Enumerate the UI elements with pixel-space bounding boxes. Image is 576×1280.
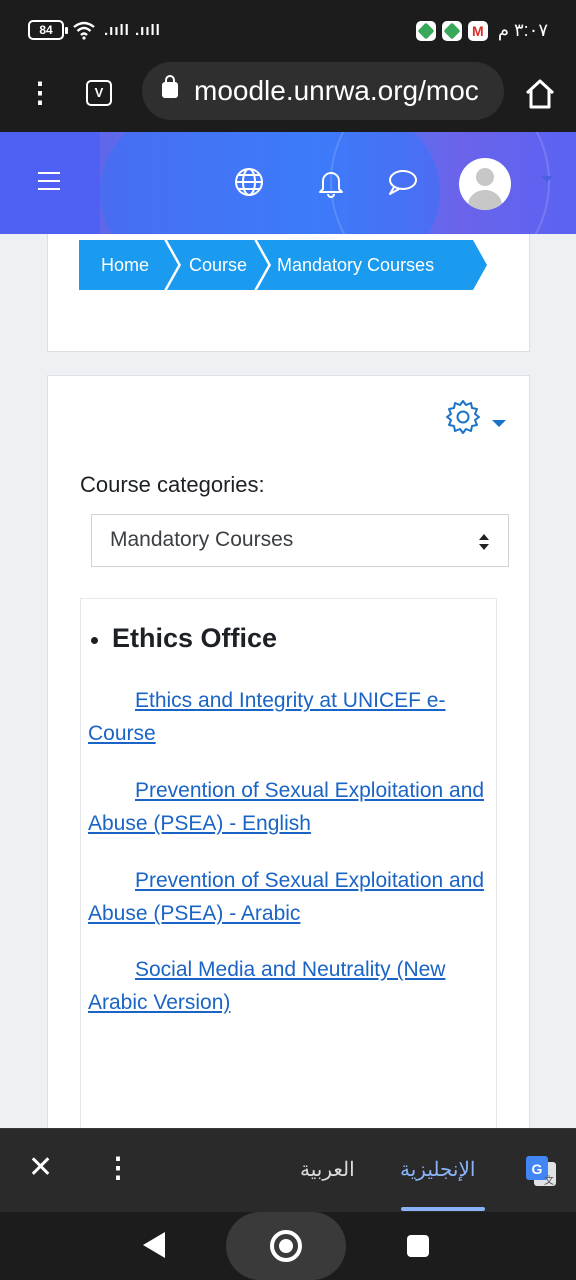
user-menu-caret-icon[interactable] [541,176,553,182]
translate-bar: ✕ ⋮ العربية الإنجليزية G 文 [0,1128,576,1212]
category-select-value: Mandatory Courses [110,528,294,551]
url-bar[interactable]: moodle.unrwa.org/moc [142,62,504,120]
translate-option-arabic[interactable]: العربية [300,1157,355,1182]
user-avatar[interactable] [459,158,511,210]
bell-icon[interactable] [315,166,347,198]
category-select[interactable]: Mandatory Courses [91,514,509,567]
google-translate-icon[interactable]: G 文 [524,1154,558,1188]
course-link[interactable]: Ethics and Integrity at UNICEF e-Course [88,684,493,750]
menu-icon[interactable] [0,132,100,234]
app-notification-icon [415,20,436,41]
selected-language-indicator [401,1207,485,1211]
course-link[interactable]: Social Media and Neutrality (New Arabic … [88,953,493,1019]
browser-toolbar: ⋮ V moodle.unrwa.org/moc [0,62,576,132]
lock-icon [162,75,178,98]
tab-switcher-icon[interactable]: V [86,80,112,106]
breadcrumb-course[interactable]: Course [189,240,247,290]
chat-icon[interactable] [386,166,418,198]
status-bar: 84 .ııll .ııll M ٣:٠٧ م [0,0,576,62]
svg-text:文: 文 [544,1174,554,1187]
system-nav-bar [0,1212,576,1280]
breadcrumb-mandatory-courses[interactable]: Mandatory Courses [277,240,434,290]
updown-arrow-icon [479,534,489,550]
breadcrumb-home[interactable]: Home [101,240,149,290]
gear-icon[interactable] [444,398,482,436]
recent-apps-icon[interactable] [407,1235,429,1257]
status-left: 84 .ııll .ııll [28,20,161,40]
more-icon[interactable]: ⋮ [104,1151,132,1185]
close-icon[interactable]: ✕ [28,1153,53,1183]
home-button-icon[interactable] [270,1230,302,1262]
battery-icon: 84 [28,20,68,40]
browser-menu-icon[interactable]: ⋮ [22,76,58,116]
status-right: M ٣:٠٧ م [415,20,548,41]
course-link[interactable]: Prevention of Sexual Exploitation and Ab… [88,864,493,930]
globe-icon[interactable] [233,166,265,198]
app-notification-icon [441,20,462,41]
signal-icon: .ııll .ııll [104,21,161,39]
home-icon[interactable] [522,76,558,112]
translate-option-english[interactable]: الإنجليزية [400,1157,475,1182]
chevron-down-icon[interactable] [492,420,506,427]
url-text[interactable]: moodle.unrwa.org/moc [194,75,479,107]
gmail-icon: M [467,20,488,41]
course-link[interactable]: Prevention of Sexual Exploitation and Ab… [88,774,493,840]
svg-text:G: G [532,1161,543,1177]
wifi-icon [73,21,95,40]
section-title: Ethics Office [112,623,278,653]
course-categories-label: Course categories: [80,472,265,497]
clock: ٣:٠٧ م [497,20,548,40]
site-header [0,132,576,234]
back-icon[interactable] [143,1232,165,1258]
bullet [91,637,98,644]
